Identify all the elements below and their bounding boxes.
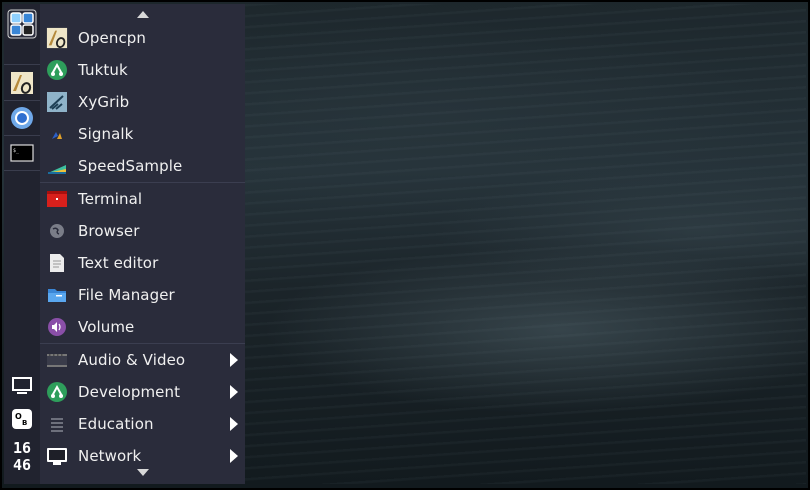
svg-text:B: B — [22, 419, 27, 427]
menu-item-label: SpeedSample — [78, 157, 183, 175]
clock-hour: 16 — [12, 439, 32, 457]
menu-item-label: Tuktuk — [78, 61, 128, 79]
menu-item-label: Development — [78, 383, 181, 401]
network-icon — [46, 445, 68, 467]
submenu-arrow-icon — [230, 449, 238, 463]
menu-item-development[interactable]: Development — [40, 376, 245, 408]
menu-item-label: Opencpn — [78, 29, 147, 47]
menu-item-opencpn[interactable]: Opencpn — [40, 22, 245, 54]
menu-item-label: Terminal — [78, 190, 143, 208]
tuktuk-icon — [46, 59, 68, 81]
app-launcher-button[interactable] — [4, 7, 40, 41]
show-desktop-button[interactable] — [4, 369, 40, 403]
terminal-window-icon: $_ — [10, 144, 34, 162]
dock-separator — [4, 170, 40, 171]
menu-item-label: Education — [78, 415, 154, 433]
menu-item-network[interactable]: Network — [40, 440, 245, 472]
signalk-icon — [46, 123, 68, 145]
menu-item-audio-video[interactable]: Audio & Video — [40, 344, 245, 376]
wallpaper-waves — [245, 4, 806, 484]
grid-launcher-icon — [7, 9, 37, 39]
menu-item-xygrib[interactable]: XyGrib — [40, 86, 245, 118]
dock-browser[interactable] — [4, 101, 40, 135]
menu-item-label: Network — [78, 447, 142, 465]
application-menu: Opencpn Tuktuk XyGrib Signalk SpeedSampl… — [40, 4, 245, 484]
menu-item-browser[interactable]: Browser — [40, 215, 245, 247]
menu-item-label: File Manager — [78, 286, 175, 304]
menu-item-speedsample[interactable]: SpeedSample — [40, 150, 245, 182]
menu-item-signalk[interactable]: Signalk — [40, 118, 245, 150]
dock-opencpn[interactable] — [4, 66, 40, 100]
monitor-icon — [12, 377, 32, 394]
file-manager-icon — [46, 284, 68, 306]
clock[interactable]: 16 46 — [4, 440, 40, 474]
menu-item-label: Volume — [78, 318, 135, 336]
menu-item-label: XyGrib — [78, 93, 130, 111]
dock-panel: $_ O B 16 46 — [4, 4, 40, 484]
text-editor-icon — [46, 252, 68, 274]
audio-video-icon — [46, 349, 68, 371]
menu-item-label: Signalk — [78, 125, 134, 143]
education-icon — [46, 413, 68, 435]
chromium-icon — [11, 107, 33, 129]
dock-terminal[interactable]: $_ — [4, 136, 40, 170]
opencpn-icon — [11, 72, 33, 94]
svg-text:O: O — [15, 412, 22, 421]
scroll-up-arrow-icon[interactable] — [137, 11, 149, 18]
scroll-down-arrow-icon[interactable] — [137, 469, 149, 476]
speedsample-icon — [46, 155, 68, 177]
submenu-arrow-icon — [230, 353, 238, 367]
menu-item-label: Text editor — [78, 254, 159, 272]
clock-minute: 46 — [12, 456, 32, 474]
development-icon — [46, 381, 68, 403]
terminal-icon — [46, 188, 68, 210]
menu-item-file-manager[interactable]: File Manager — [40, 279, 245, 311]
menu-item-tuktuk[interactable]: Tuktuk — [40, 54, 245, 86]
opencpn-icon — [46, 27, 68, 49]
svg-text:$_: $_ — [13, 148, 20, 154]
xygrib-icon — [46, 91, 68, 113]
onboard-keyboard-icon: O B — [12, 409, 32, 429]
menu-item-text-editor[interactable]: Text editor — [40, 247, 245, 279]
menu-item-education[interactable]: Education — [40, 408, 245, 440]
menu-item-terminal[interactable]: Terminal — [40, 183, 245, 215]
volume-icon — [46, 316, 68, 338]
browser-icon — [46, 220, 68, 242]
onboard-keyboard-button[interactable]: O B — [4, 402, 40, 436]
submenu-arrow-icon — [230, 385, 238, 399]
dock-separator — [4, 64, 40, 65]
menu-item-label: Audio & Video — [78, 351, 186, 369]
menu-item-label: Browser — [78, 222, 140, 240]
submenu-arrow-icon — [230, 417, 238, 431]
menu-item-volume[interactable]: Volume — [40, 311, 245, 343]
